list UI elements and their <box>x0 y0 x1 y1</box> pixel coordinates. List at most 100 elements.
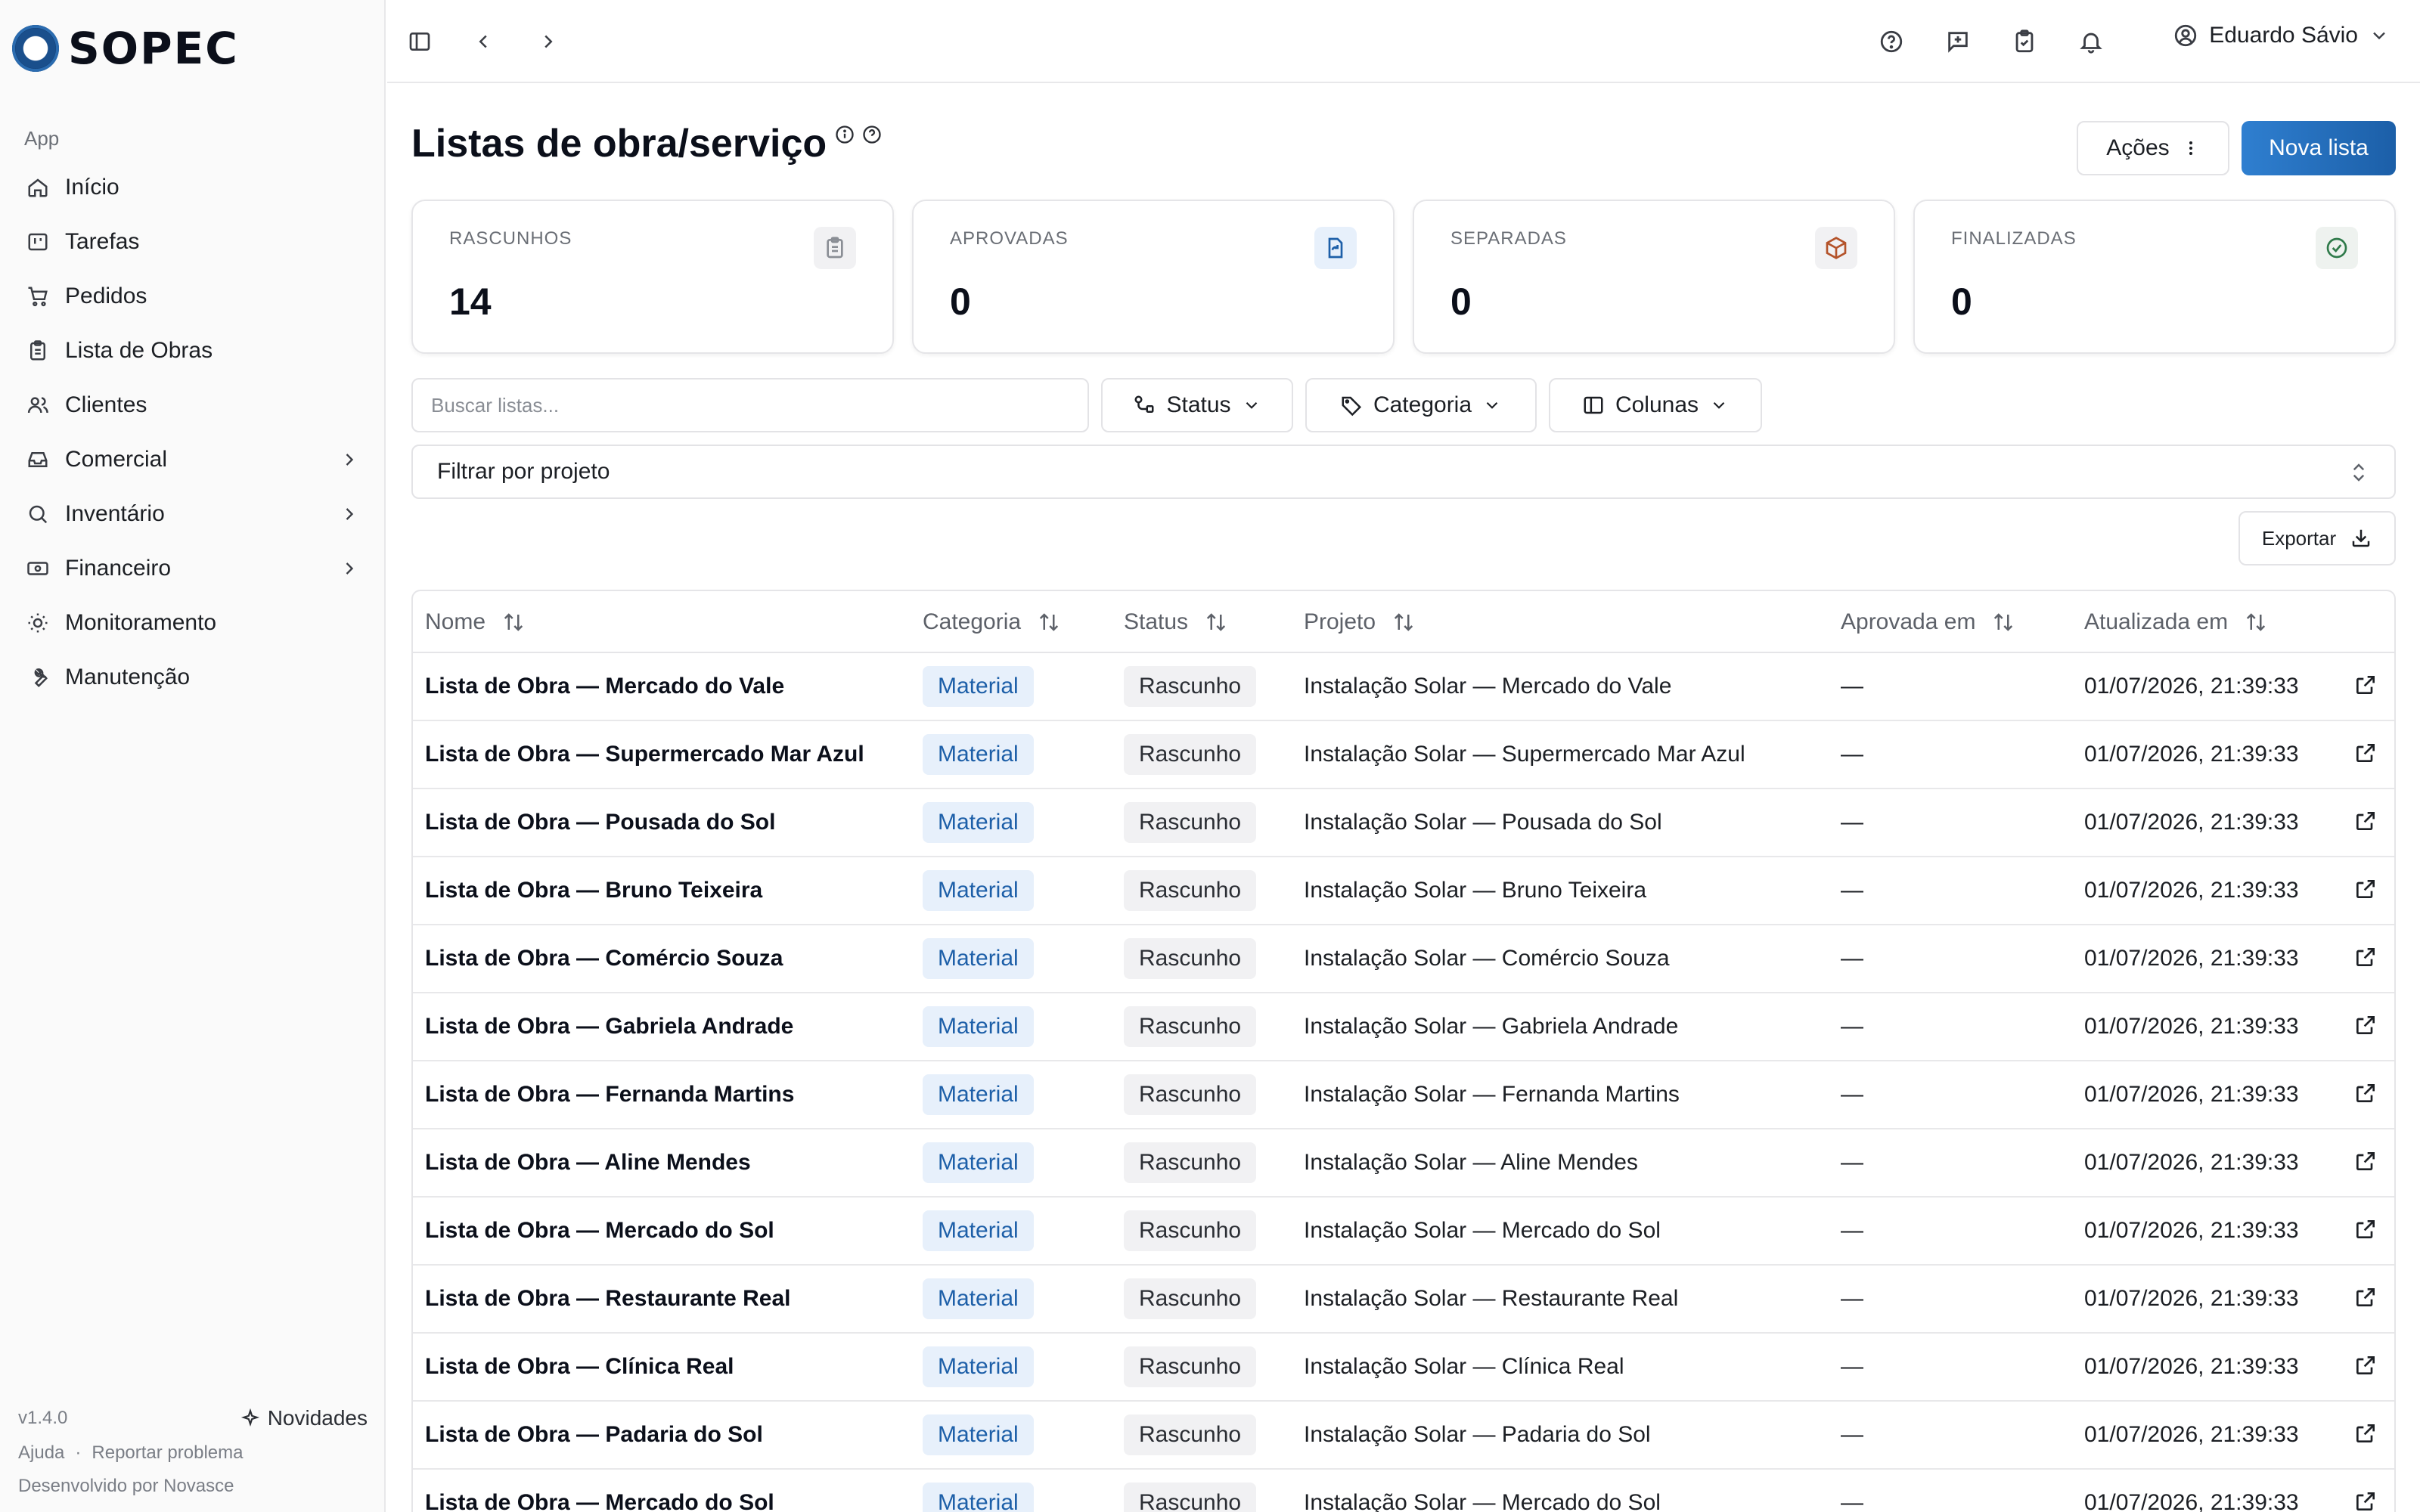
chevron-right-icon <box>346 454 354 466</box>
cell-nome[interactable]: Lista de Obra — Comércio Souza <box>425 925 783 992</box>
cell-categoria: Material <box>923 925 1034 992</box>
sidebar-item-in-cio[interactable]: Início <box>15 160 371 215</box>
novidades-link[interactable]: Novidades <box>240 1406 368 1430</box>
external-link-icon[interactable] <box>2353 1217 2378 1241</box>
external-link-icon[interactable] <box>2353 877 2378 901</box>
table-row[interactable]: Lista de Obra — Pousada do Sol Material Ra… <box>413 789 2394 857</box>
external-link-icon[interactable] <box>2353 1081 2378 1105</box>
sort-arrows-icon[interactable] <box>1038 611 1060 634</box>
acoes-label: Ações <box>2106 135 2170 160</box>
sidebar-item-manuten-o[interactable]: Manutenção <box>15 650 371 705</box>
sidebar-item-clientes[interactable]: Clientes <box>15 378 371 432</box>
external-link-icon[interactable] <box>2353 1489 2378 1512</box>
sidebar-item-pedidos[interactable]: Pedidos <box>15 269 371 324</box>
categoria-badge: Material <box>923 1414 1034 1455</box>
user-menu[interactable]: Eduardo Sávio <box>2173 23 2390 48</box>
table-row[interactable]: Lista de Obra — Fernanda Martins Material… <box>413 1061 2394 1129</box>
sidebar-item-label: Lista de Obras <box>65 338 213 363</box>
cell-atualizada-em: 01/07/2026, 21:39:33 <box>2084 1422 2299 1447</box>
cell-nome[interactable]: Lista de Obra — Bruno Teixeira <box>425 857 762 924</box>
ajuda-link[interactable]: Ajuda <box>18 1442 64 1464</box>
external-link-icon[interactable] <box>2353 673 2378 697</box>
sidebar-item-invent-rio[interactable]: Inventário <box>15 487 371 541</box>
cell-nome[interactable]: Lista de Obra — Mercado do Sol <box>425 1198 774 1264</box>
info-icon[interactable] <box>834 124 855 145</box>
cell-nome[interactable]: Lista de Obra — Aline Mendes <box>425 1129 751 1196</box>
sidebar-item-lista-de-obras[interactable]: Lista de Obras <box>15 324 371 378</box>
sidebar-item-financeiro[interactable]: Financeiro <box>15 541 371 596</box>
sidebar-item-monitoramento[interactable]: Monitoramento <box>15 596 371 650</box>
feedback-button[interactable] <box>1941 24 1975 59</box>
column-header-1[interactable]: Categoria <box>923 591 1060 653</box>
external-link-icon[interactable] <box>2353 809 2378 833</box>
sidebar-item-tarefas[interactable]: Tarefas <box>15 215 371 269</box>
column-header-0[interactable]: Nome <box>425 591 525 653</box>
acoes-button[interactable]: Ações <box>2077 121 2229 175</box>
cell-nome[interactable]: Lista de Obra — Supermercado Mar Azul <box>425 721 864 788</box>
external-link-icon[interactable] <box>2353 1421 2378 1445</box>
table-row[interactable]: Lista de Obra — Bruno Teixeira Material Ra… <box>413 857 2394 925</box>
novidades-label: Novidades <box>267 1406 368 1430</box>
cell-nome[interactable]: Lista de Obra — Mercado do Vale <box>425 653 784 720</box>
stat-icon-badge <box>1815 227 1857 269</box>
help-circle-icon[interactable] <box>861 124 883 145</box>
sort-arrows-icon[interactable] <box>1992 611 2015 634</box>
table-row[interactable]: Lista de Obra — Aline Mendes Material Rasc… <box>413 1129 2394 1198</box>
stat-card-finalizadas: FINALIZADAS 0 <box>1913 200 2396 354</box>
nova-lista-button[interactable]: Nova lista <box>2242 121 2396 175</box>
export-button[interactable]: Exportar <box>2238 511 2396 565</box>
cell-nome[interactable]: Lista de Obra — Clínica Real <box>425 1334 734 1400</box>
cell-nome[interactable]: Lista de Obra — Padaria do Sol <box>425 1402 763 1468</box>
table-row[interactable]: Lista de Obra — Mercado do Sol Material Ra… <box>413 1198 2394 1266</box>
table-row[interactable]: Lista de Obra — Comércio Souza Material Ra… <box>413 925 2394 993</box>
external-link-icon[interactable] <box>2353 1285 2378 1309</box>
clipboard-icon <box>26 339 50 363</box>
home-icon <box>26 175 50 200</box>
tasks-button[interactable] <box>2007 24 2042 59</box>
cell-nome[interactable]: Lista de Obra — Restaurante Real <box>425 1266 791 1332</box>
sort-arrows-icon[interactable] <box>502 611 525 634</box>
cell-status: Rascunho <box>1124 1266 1257 1332</box>
logo[interactable]: SOPEC <box>12 23 239 74</box>
cell-nome[interactable]: Lista de Obra — Gabriela Andrade <box>425 993 793 1060</box>
cell-atualizada-em: 01/07/2026, 21:39:33 <box>2084 1082 2299 1107</box>
table-row[interactable]: Lista de Obra — Gabriela Andrade Material… <box>413 993 2394 1061</box>
developed-by-label: Desenvolvido por Novasce <box>18 1476 234 1496</box>
categoria-filter-button[interactable]: Categoria <box>1305 378 1537 432</box>
status-filter-label: Status <box>1166 392 1231 417</box>
sort-arrows-icon[interactable] <box>1392 611 1415 634</box>
sort-arrows-icon[interactable] <box>2245 611 2267 634</box>
column-header-5[interactable]: Atualizada em <box>2084 591 2267 653</box>
external-link-icon[interactable] <box>2353 741 2378 765</box>
help-button[interactable] <box>1874 24 1909 59</box>
column-header-3[interactable]: Projeto <box>1304 591 1415 653</box>
external-link-icon[interactable] <box>2353 945 2378 969</box>
categoria-badge: Material <box>923 938 1034 979</box>
column-header-4[interactable]: Aprovada em <box>1841 591 2015 653</box>
sidebar-item-comercial[interactable]: Comercial <box>15 432 371 487</box>
external-link-icon[interactable] <box>2353 1149 2378 1173</box>
external-link-icon[interactable] <box>2353 1353 2378 1377</box>
table-row[interactable]: Lista de Obra — Mercado do Sol Material Ra… <box>413 1470 2394 1512</box>
reportar-problema-link[interactable]: Reportar problema <box>92 1442 243 1464</box>
search-input[interactable]: Buscar listas... <box>411 378 1089 432</box>
table-row[interactable]: Lista de Obra — Supermercado Mar Azul Mat… <box>413 721 2394 789</box>
cell-nome[interactable]: Lista de Obra — Pousada do Sol <box>425 789 775 856</box>
toggle-sidebar-button[interactable] <box>402 24 437 59</box>
sort-arrows-icon[interactable] <box>1205 611 1227 634</box>
status-filter-button[interactable]: Status <box>1101 378 1293 432</box>
table-row[interactable]: Lista de Obra — Padaria do Sol Material Ra… <box>413 1402 2394 1470</box>
table-row[interactable]: Lista de Obra — Clínica Real Material Rasc… <box>413 1334 2394 1402</box>
project-filter-select[interactable]: Filtrar por projeto <box>411 445 2396 499</box>
column-header-2[interactable]: Status <box>1124 591 1227 653</box>
table-row[interactable]: Lista de Obra — Restaurante Real Material… <box>413 1266 2394 1334</box>
cell-nome[interactable]: Lista de Obra — Mercado do Sol <box>425 1470 774 1512</box>
external-link-icon[interactable] <box>2353 1013 2378 1037</box>
cell-nome[interactable]: Lista de Obra — Fernanda Martins <box>425 1061 794 1128</box>
colunas-button[interactable]: Colunas <box>1549 378 1762 432</box>
forward-button[interactable] <box>531 24 566 59</box>
back-button[interactable] <box>466 24 501 59</box>
table-row[interactable]: Lista de Obra — Mercado do Vale Material R… <box>413 653 2394 721</box>
home-icon <box>28 178 48 197</box>
notifications-button[interactable] <box>2074 24 2108 59</box>
